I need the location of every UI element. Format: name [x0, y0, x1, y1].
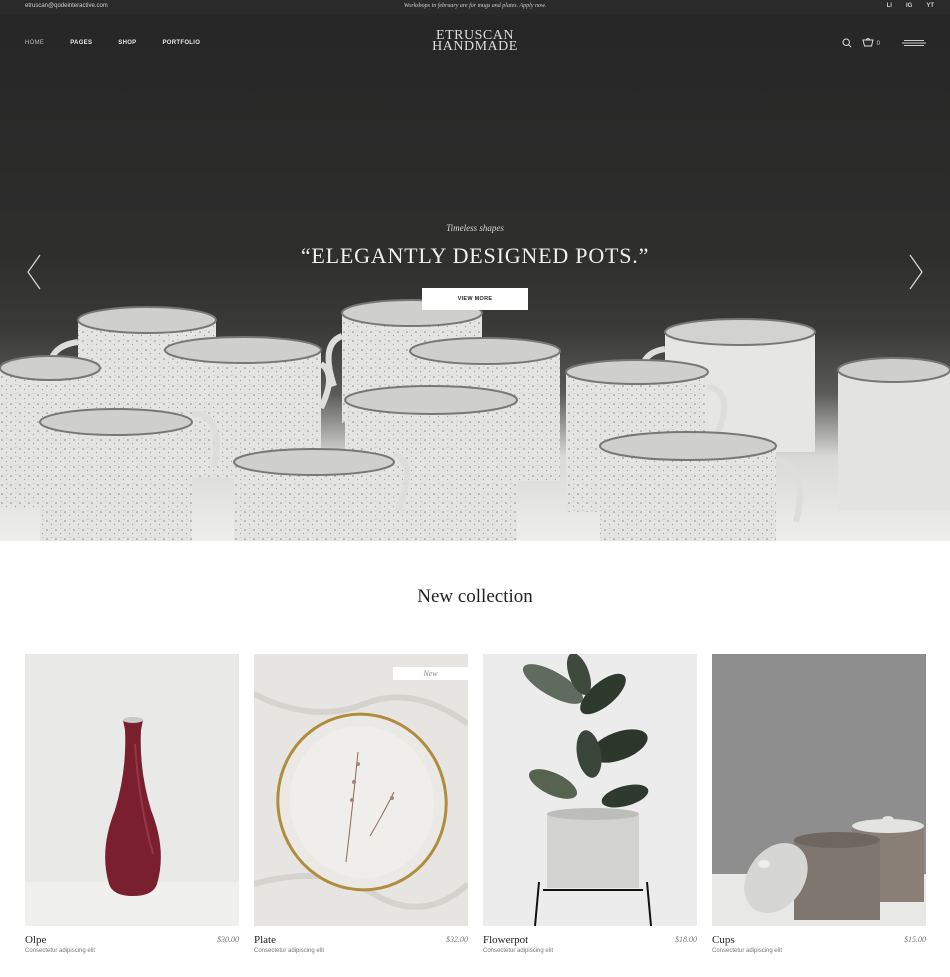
product-image-plate[interactable]: New — [254, 654, 468, 926]
social-link-youtube[interactable]: YT — [926, 3, 934, 9]
view-more-button[interactable]: VIEW MORE — [422, 288, 528, 310]
social-link-instagram[interactable]: IG — [906, 3, 912, 9]
product-name[interactable]: Flowerpot — [483, 934, 528, 946]
product-card[interactable]: Cups $15.00 Consectetur adipiscing elit — [712, 654, 926, 958]
product-grid: Olpe $30.00 Consectetur adipiscing elit … — [25, 654, 926, 958]
new-badge: New — [393, 667, 468, 680]
nav-shop[interactable]: SHOP — [118, 40, 136, 46]
hero-slider: HOME PAGES SHOP PORTFOLIO ETRUSCAN HANDM… — [0, 14, 950, 541]
product-description: Consectetur adipiscing elit — [712, 948, 783, 954]
product-price: $30.00 — [217, 935, 239, 944]
product-image-olpe[interactable] — [25, 654, 239, 926]
product-price: $32.00 — [446, 935, 468, 944]
product-name[interactable]: Plate — [254, 934, 276, 946]
product-price: $18.00 — [675, 935, 697, 944]
product-image-cups[interactable] — [712, 654, 926, 926]
social-link-linkedin[interactable]: LI — [887, 3, 892, 9]
product-meta: Flowerpot $18.00 Consectetur adipiscing … — [483, 926, 697, 958]
product-meta: Cups $15.00 Consectetur adipiscing elit — [712, 926, 926, 958]
hero-title: “ELEGANTLY DESIGNED POTS.” — [300, 243, 650, 268]
nav-home[interactable]: HOME — [25, 40, 44, 46]
cart-icon — [862, 38, 874, 50]
social-links: LI IG YT — [887, 3, 934, 9]
site-logo[interactable]: ETRUSCAN HANDMADE — [400, 29, 550, 54]
menu-icon[interactable] — [902, 39, 926, 49]
hero-subtitle: Timeless shapes — [446, 223, 504, 233]
product-price: $15.00 — [904, 935, 926, 944]
product-description: Consectetur adipiscing elit — [25, 948, 96, 954]
product-description: Consectetur adipiscing elit — [254, 948, 325, 954]
header-actions: 0 — [842, 38, 926, 50]
logo-line-2: HANDMADE — [432, 39, 518, 54]
product-name[interactable]: Cups — [712, 934, 735, 946]
cart-button[interactable]: 0 — [862, 38, 880, 50]
promo-text: Workshops in february are for mugs and p… — [403, 3, 547, 9]
section-title: New collection — [417, 586, 533, 607]
product-image-flowerpot[interactable] — [483, 654, 697, 926]
product-card[interactable]: Olpe $30.00 Consectetur adipiscing elit — [25, 654, 239, 958]
product-card[interactable]: Flowerpot $18.00 Consectetur adipiscing … — [483, 654, 697, 958]
top-bar: etruscan@qodeinteractive.com Workshops i… — [0, 0, 950, 14]
product-meta: Olpe $30.00 Consectetur adipiscing elit — [25, 926, 239, 958]
cart-count: 0 — [876, 41, 880, 47]
chevron-left-icon[interactable] — [26, 254, 42, 295]
product-name[interactable]: Olpe — [25, 934, 46, 946]
nav-pages[interactable]: PAGES — [70, 40, 92, 46]
product-description: Consectetur adipiscing elit — [483, 948, 554, 954]
chevron-right-icon[interactable] — [908, 254, 924, 295]
nav-portfolio[interactable]: PORTFOLIO — [162, 40, 200, 46]
hero-mugs-image — [0, 299, 950, 541]
product-meta: Plate $32.00 Consectetur adipiscing elit — [254, 926, 468, 958]
main-nav: HOME PAGES SHOP PORTFOLIO — [25, 40, 200, 46]
search-icon[interactable] — [842, 38, 852, 50]
product-card[interactable]: New Plate $32.00 Consectetur adipiscing … — [254, 654, 468, 958]
